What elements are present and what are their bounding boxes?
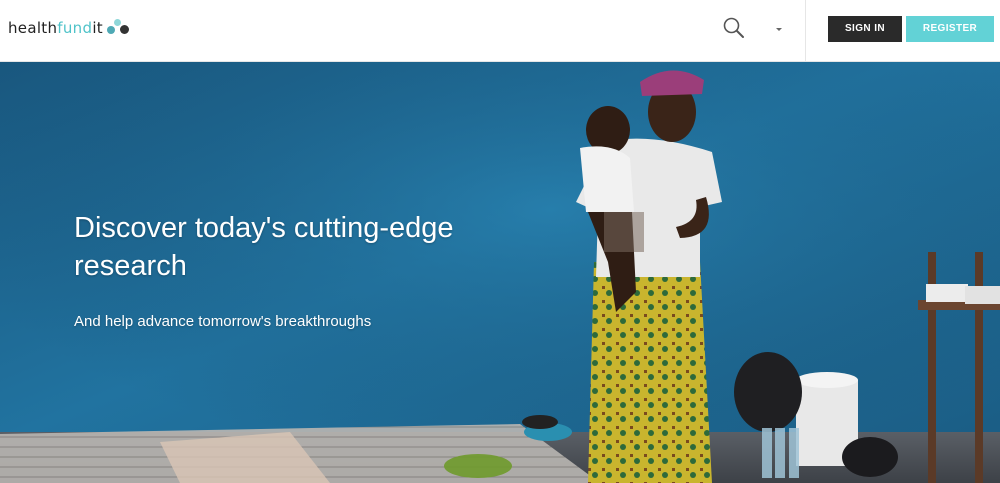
sign-in-button[interactable]: SIGN IN [828, 16, 902, 42]
header-divider [805, 0, 806, 62]
caret-down-icon[interactable] [772, 22, 786, 36]
healthfundit-logo[interactable]: healthfundit [8, 17, 133, 39]
logo-dots-icon [106, 19, 133, 37]
hero-subheadline: And help advance tomorrow's breakthrough… [74, 313, 372, 330]
hero-banner: Discover today's cutting-edge research A… [0, 62, 1000, 483]
site-header: healthfundit SIGN IN REGISTER [0, 0, 1000, 62]
search-icon[interactable] [722, 16, 746, 40]
register-button[interactable]: REGISTER [906, 16, 994, 42]
logo-wordmark: healthfundit [8, 19, 103, 37]
hero-headline: Discover today's cutting-edge research [74, 212, 454, 282]
